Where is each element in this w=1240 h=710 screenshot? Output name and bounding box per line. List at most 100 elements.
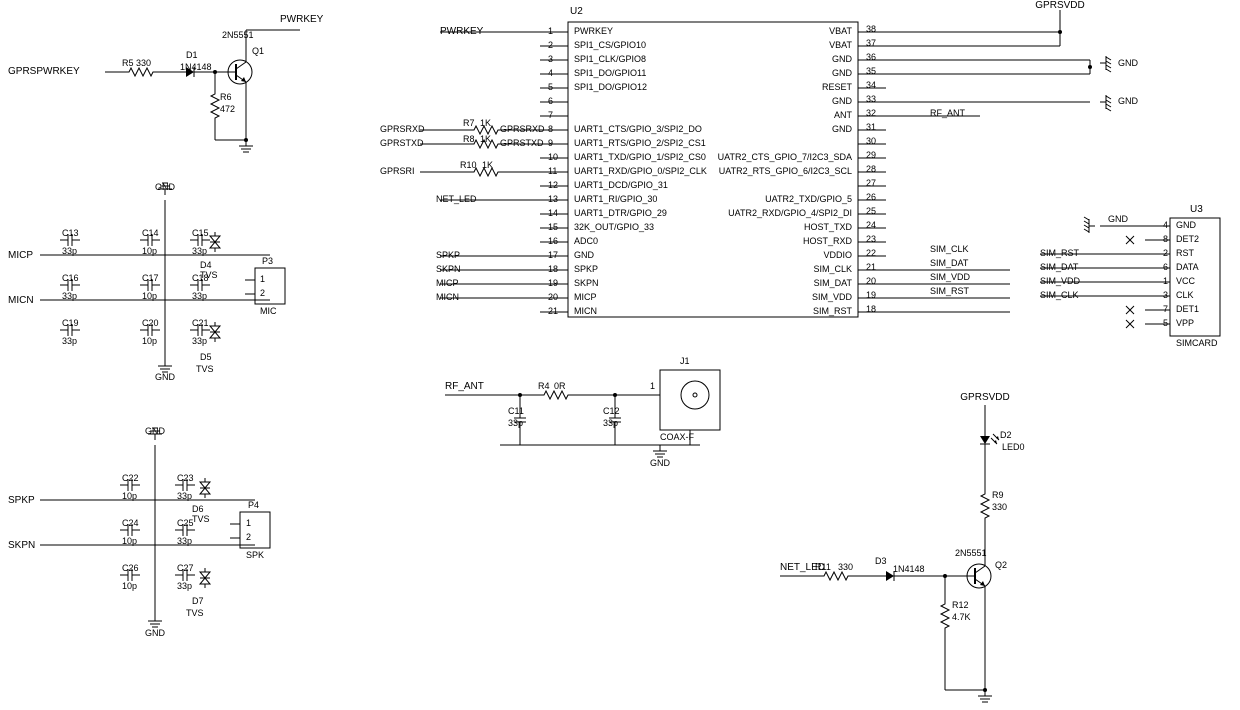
d1-ref: D1: [186, 50, 198, 60]
c20-val: 10p: [142, 336, 157, 346]
d3-val: 1N4148: [893, 564, 925, 574]
r6-val: 472: [220, 104, 235, 114]
u3-pin-name-8: DET2: [1176, 234, 1199, 244]
p4-ref: P4: [248, 500, 259, 510]
c15-val: 33p: [192, 246, 207, 256]
r12-val: 4.7K: [952, 612, 971, 622]
net-gprsri: GPRSRI: [380, 166, 415, 176]
u2-pin-left-name-13: UART1_RI/GPIO_30: [574, 194, 657, 204]
u3-pin-num-8: 8: [1163, 234, 1168, 244]
u2-pin-right-num-33: 33: [866, 94, 876, 104]
u3-pin-name-5: VPP: [1176, 318, 1194, 328]
d7-ref: D7: [192, 596, 204, 606]
d2-ref: D2: [1000, 430, 1012, 440]
u3-pin-num-4: 4: [1163, 220, 1168, 230]
r5-val: 330: [136, 58, 151, 68]
u2-pin-right-num-32: 32: [866, 108, 876, 118]
u2-pin-left-num-4: 4: [548, 68, 553, 78]
u2-pin-right-name-35: GND: [832, 68, 852, 78]
u2-pin-left-name-1: PWRKEY: [574, 26, 613, 36]
u2-pin-right-name-37: VBAT: [829, 40, 852, 50]
r10-val: 1K: [482, 160, 493, 170]
u3-pin-num-1: 1: [1163, 276, 1168, 286]
u2-pin-right-name-26: UATR2_TXD/GPIO_5: [765, 194, 852, 204]
u3-pin-name-3: CLK: [1176, 290, 1194, 300]
u3-pin-name-1: VCC: [1176, 276, 1195, 286]
u2-pin-right-num-34: 34: [866, 80, 876, 90]
u2-pin-right-num-25: 25: [866, 206, 876, 216]
c27-ref: C27: [177, 563, 194, 573]
u2-pin-left-num-18: 18: [548, 264, 558, 274]
u2-pin-right-name-19: SIM_VDD: [812, 292, 852, 302]
u2-pin-left-num-17: 17: [548, 250, 558, 260]
d4-ref: D4: [200, 260, 212, 270]
c21-val: 33p: [192, 336, 207, 346]
d5-tvs: TVS: [196, 364, 214, 374]
u2-pin-right-name-21: SIM_CLK: [813, 264, 852, 274]
d4-tvs: TVS: [200, 270, 218, 280]
spk-gnd-top: GND: [145, 426, 165, 436]
u3-pin-num-7: 7: [1163, 304, 1168, 314]
u2-pin-right-name-25: UATR2_RXD/GPIO_4/SPI2_DI: [728, 208, 852, 218]
u2-pin-right-name-36: GND: [832, 54, 852, 64]
u3-pin-num-5: 5: [1163, 318, 1168, 328]
u2-pin-left-num-1: 1: [548, 26, 553, 36]
d3-ref: D3: [875, 556, 887, 566]
u2-pin-right-num-18: 18: [866, 304, 876, 314]
u2-pin-left-num-13: 13: [548, 194, 558, 204]
u2-pin-right-num-27: 27: [866, 178, 876, 188]
c12-val: 33p: [603, 418, 618, 428]
net-spkp: SPKP: [8, 495, 35, 506]
u2-pin-left-num-15: 15: [548, 222, 558, 232]
d5-ref: D5: [200, 352, 212, 362]
u2-micp: MICP: [436, 278, 459, 288]
u2-pin-right-name-38: VBAT: [829, 26, 852, 36]
u2-pin-left-name-14: UART1_DTR/GPIO_29: [574, 208, 667, 218]
c11-ref: C11: [508, 406, 524, 416]
c24-val: 10p: [122, 536, 137, 546]
u2-pin-left-num-3: 3: [548, 54, 553, 64]
c16-ref: C16: [62, 273, 79, 283]
u2-pin-right-num-35: 35: [866, 66, 876, 76]
u2-pin-right-name-31: GND: [832, 124, 852, 134]
c12-ref: C12: [603, 406, 620, 416]
u2-pin-left-num-6: 6: [548, 96, 553, 106]
u2-micn: MICN: [436, 292, 459, 302]
d2-val: LED0: [1002, 442, 1025, 452]
u2-pin-left-name-3: SPI1_CLK/GPIO8: [574, 54, 646, 64]
u3-pin-name-2: RST: [1176, 248, 1194, 258]
r11-ref: R11: [815, 562, 831, 572]
u2-pin-right-num-19: 19: [866, 290, 876, 300]
u2-pin-right-num-24: 24: [866, 220, 876, 230]
u2-pin-right-name-23: HOST_RXD: [803, 236, 852, 246]
u2-pin-right-name-33: GND: [832, 96, 852, 106]
r5-ref: R5: [122, 58, 134, 68]
p3-pin1: 1: [260, 274, 265, 284]
u2-pin-left-name-15: 32K_OUT/GPIO_33: [574, 222, 654, 232]
r11-val: 330: [838, 562, 853, 572]
u2-pin-left-num-10: 10: [548, 152, 558, 162]
u2-pin-left-num-14: 14: [548, 208, 558, 218]
c22-val: 10p: [122, 491, 137, 501]
u2-pin-right-num-30: 30: [866, 136, 876, 146]
r4-val: 0R: [554, 381, 566, 391]
u2-pin-left-name-19: SKPN: [574, 278, 599, 288]
u2-pin-right-num-31: 31: [866, 122, 876, 132]
r7-ref: R7: [463, 118, 475, 128]
c17-ref: C17: [142, 273, 159, 283]
u2-pin-right-num-29: 29: [866, 150, 876, 160]
c19-val: 33p: [62, 336, 77, 346]
c13-ref: C13: [62, 228, 79, 238]
c23-val: 33p: [177, 491, 192, 501]
u2-pin-right-num-37: 37: [866, 38, 876, 48]
u2-pin-right-num-22: 22: [866, 248, 876, 258]
q2-ref: Q2: [995, 560, 1007, 570]
p3-ref: P3: [262, 256, 273, 266]
u2-pin-right-num-28: 28: [866, 164, 876, 174]
c13-val: 33p: [62, 246, 77, 256]
j1-ref: J1: [680, 356, 690, 366]
u2-pin-right-name-22: VDDIO: [823, 250, 852, 260]
net-skpn: SKPN: [8, 540, 35, 551]
u2-pin-left-name-5: SPI1_DO/GPIO12: [574, 82, 647, 92]
r10-ref: R10: [460, 160, 477, 170]
